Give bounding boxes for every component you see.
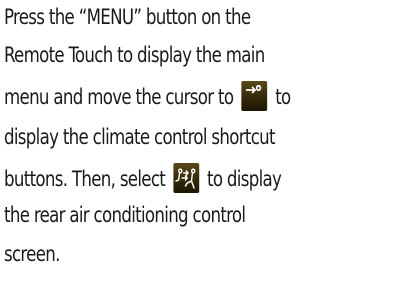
text-line-7: screen.	[4, 242, 60, 267]
text-line-5: buttons. Then, select to display	[4, 163, 282, 194]
text-line-3-start: menu and move the cursor to	[4, 85, 238, 110]
text-line-3: menu and move the cursor to to	[4, 81, 291, 112]
text-line-4: display the climate control shortcut	[4, 125, 276, 150]
rear-seat-airflow-icon	[173, 163, 199, 193]
climate-seat-airflow-icon	[241, 81, 268, 111]
text-line-5-start: buttons. Then, select	[4, 167, 170, 192]
text-line-2: Remote Touch to display the main	[4, 43, 265, 68]
instruction-paragraph: Press the “MENU” button on the Remote To…	[0, 0, 401, 289]
text-line-1: Press the “MENU” button on the	[4, 5, 251, 30]
text-line-6: the rear air conditioning control	[4, 203, 246, 228]
text-line-5-end: to display	[202, 167, 282, 192]
text-line-3-end: to	[270, 85, 291, 110]
